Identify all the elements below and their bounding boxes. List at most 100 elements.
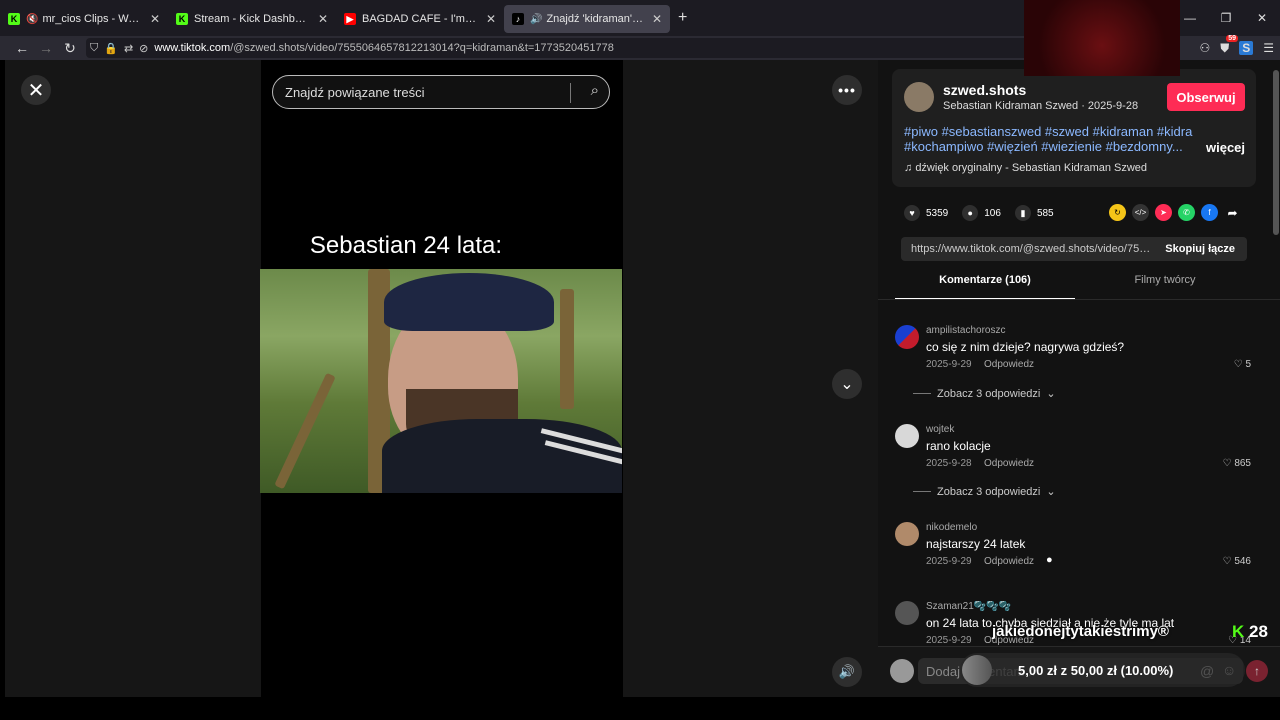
facebook-icon[interactable]: f	[1201, 204, 1218, 221]
next-video-button[interactable]: ⌄	[832, 369, 862, 399]
s-extension-icon[interactable]: S	[1239, 41, 1254, 55]
heart-icon: ♥	[904, 205, 920, 221]
reply-button[interactable]: Odpowiedz	[984, 359, 1034, 370]
whatsapp-icon[interactable]: ✆	[1178, 204, 1195, 221]
reply-button[interactable]: Odpowiedz	[984, 458, 1034, 469]
tab-creator-videos[interactable]: Filmy twórcy	[1075, 274, 1255, 286]
comment-like-button[interactable]: ♡ 546	[1223, 556, 1251, 567]
video-link[interactable]: https://www.tiktok.com/@szwed.shots/vide…	[911, 243, 1151, 255]
no-tracking-icon[interactable]: ⊘	[139, 42, 148, 55]
my-avatar	[890, 659, 914, 683]
creator-username[interactable]: szwed.shots	[943, 82, 1026, 98]
hashtags-line[interactable]: #kochampiwo #więzień #wiezienie #bezdomn…	[904, 139, 1194, 154]
creator-subline: Sebastian Kidraman Szwed · 2025-9-28	[943, 100, 1139, 112]
shield-icon[interactable]: ⛉	[90, 42, 98, 55]
reload-button[interactable]: ↻	[58, 40, 82, 57]
post-actions: ♥ 5359 ● 106 ▮ 585 ↻ </> ➤ ✆ f ➦	[904, 204, 1254, 222]
commenter-avatar[interactable]	[895, 424, 919, 448]
close-tab-icon[interactable]: ✕	[486, 12, 496, 26]
comment-date: 2025-9-29	[926, 359, 972, 370]
comment-username[interactable]: ampilistachoroszc	[926, 325, 1005, 336]
comment-button[interactable]: ● 106	[962, 205, 1001, 221]
speaker-icon[interactable]: 🔊	[530, 14, 542, 25]
post-info-card: szwed.shots Sebastian Kidraman Szwed · 2…	[892, 69, 1256, 187]
comment-username[interactable]: nikodemelo	[926, 522, 977, 533]
copy-link-button[interactable]: Skopiuj łącze	[1165, 243, 1235, 255]
comment-like-count: 865	[1234, 458, 1251, 469]
sound-link[interactable]: ♫ dźwięk oryginalny - Sebastian Kidraman…	[904, 162, 1147, 174]
share-icon[interactable]: ➦	[1224, 204, 1241, 221]
search-icon[interactable]: ⌕	[591, 82, 599, 99]
video-frame	[260, 269, 622, 493]
more-link[interactable]: więcej	[1206, 140, 1245, 155]
page-scrollbar[interactable]	[1273, 70, 1279, 235]
post-comment-button[interactable]: ↑	[1246, 660, 1268, 682]
view-replies-button[interactable]: Zobacz 3 odpowiedzi ⌄	[913, 387, 1056, 400]
browser-tab-kick-dashboard[interactable]: K Stream - Kick Dashboard ✕	[168, 5, 336, 33]
forward-button[interactable]: →	[34, 40, 58, 56]
comment-username[interactable]: wojtek	[926, 424, 954, 435]
menu-icon[interactable]: ☰	[1263, 41, 1274, 55]
post-hashtags[interactable]: #piwo #sebastianszwed #szwed #kidraman #…	[904, 124, 1194, 154]
commenter-avatar[interactable]	[895, 325, 919, 349]
divider	[570, 83, 571, 103]
comment-text: najstarszy 24 latek	[926, 537, 1026, 551]
repost-icon[interactable]: ↻	[1109, 204, 1126, 221]
reply-button[interactable]: Odpowiedz	[984, 556, 1034, 567]
embed-icon[interactable]: </>	[1132, 204, 1149, 221]
tab-title: mr_cios Clips - Watch Live o	[42, 13, 141, 25]
save-button[interactable]: ▮ 585	[1014, 205, 1054, 221]
speaker-muted-icon[interactable]: 🔇	[26, 14, 38, 25]
send-icon[interactable]: ➤	[1155, 204, 1172, 221]
comment-like-count: 5	[1245, 359, 1251, 370]
close-tab-icon[interactable]: ✕	[150, 12, 160, 26]
comment-date: 2025-9-29	[926, 556, 972, 567]
copy-link-box: https://www.tiktok.com/@szwed.shots/vide…	[901, 237, 1247, 261]
browser-tab-youtube[interactable]: ▶ BAGDAD CAFE - I'm Calling You ✕	[336, 5, 504, 33]
browser-tab-kick-clips[interactable]: K 🔇 mr_cios Clips - Watch Live o ✕	[0, 5, 168, 33]
webcam-overlay	[1024, 0, 1180, 76]
comment-item: ampilistachoroszc co się z nim dzieje? n…	[895, 325, 1255, 375]
follow-button[interactable]: Obserwuj	[1167, 83, 1245, 111]
view-replies-label: Zobacz 3 odpowiedzi	[937, 387, 1041, 400]
browser-tab-tiktok[interactable]: ♪ 🔊 Znajdź 'kidraman' na TikTok ✕	[504, 5, 670, 33]
lock-icon[interactable]: 🔒	[104, 42, 118, 55]
creator-liked-icon: ●	[1046, 554, 1053, 566]
creator-avatar[interactable]	[904, 82, 934, 112]
maximize-button[interactable]: ❐	[1208, 11, 1244, 25]
extension-icon[interactable]: ⚇	[1199, 41, 1210, 55]
like-button[interactable]: ♥ 5359	[904, 205, 948, 221]
close-tab-icon[interactable]: ✕	[652, 12, 662, 26]
window-controls: — ❐ ✕	[1172, 0, 1280, 36]
video-stage: ✕ Znajdź powiązane treści ⌕ ••• Sebastia…	[5, 60, 878, 697]
view-replies-button[interactable]: Zobacz 3 odpowiedzi ⌄	[913, 485, 1056, 498]
comment-count: 106	[984, 207, 1001, 219]
youtube-icon: ▶	[344, 13, 356, 25]
related-search-input[interactable]: Znajdź powiązane treści ⌕	[272, 75, 610, 109]
close-window-button[interactable]: ✕	[1244, 11, 1280, 25]
tab-comments[interactable]: Komentarze (106)	[895, 274, 1075, 286]
volume-button[interactable]: 🔊	[832, 657, 862, 687]
stream-channel-name: jakiedonejtytakiestrimy®	[992, 623, 1169, 640]
close-tab-icon[interactable]: ✕	[318, 12, 328, 26]
address-bar[interactable]: ⛉ 🔒 ⇄ ⊘ www.tiktok.com/@szwed.shots/vide…	[86, 38, 1180, 58]
comment-item: wojtek rano kolacje 2025-9-28 Odpowiedz …	[895, 424, 1255, 474]
back-button[interactable]: ←	[10, 40, 34, 56]
comment-like-count: 546	[1234, 556, 1251, 567]
new-tab-button[interactable]: +	[678, 9, 687, 27]
chevron-down-icon: ⌄	[1046, 486, 1056, 498]
close-video-button[interactable]: ✕	[21, 75, 51, 105]
hashtags-line[interactable]: #piwo #sebastianszwed #szwed #kidraman #…	[904, 124, 1194, 139]
ublock-extension-icon[interactable]: ⛊ 59	[1220, 34, 1239, 56]
like-count: 5359	[926, 207, 949, 219]
panel-tabs: Komentarze (106) Filmy twórcy	[895, 274, 1255, 300]
comment-username[interactable]: Szaman21🫧🫧🫧	[926, 601, 1011, 612]
commenter-avatar[interactable]	[895, 601, 919, 625]
commenter-avatar[interactable]	[895, 522, 919, 546]
comment-like-button[interactable]: ♡ 5	[1234, 359, 1251, 370]
permissions-icon[interactable]: ⇄	[124, 42, 133, 55]
more-options-button[interactable]: •••	[832, 75, 862, 105]
share-options: ↻ </> ➤ ✆ f ➦	[1109, 204, 1241, 221]
save-count: 585	[1036, 207, 1054, 219]
comment-like-button[interactable]: ♡ 865	[1223, 458, 1251, 469]
